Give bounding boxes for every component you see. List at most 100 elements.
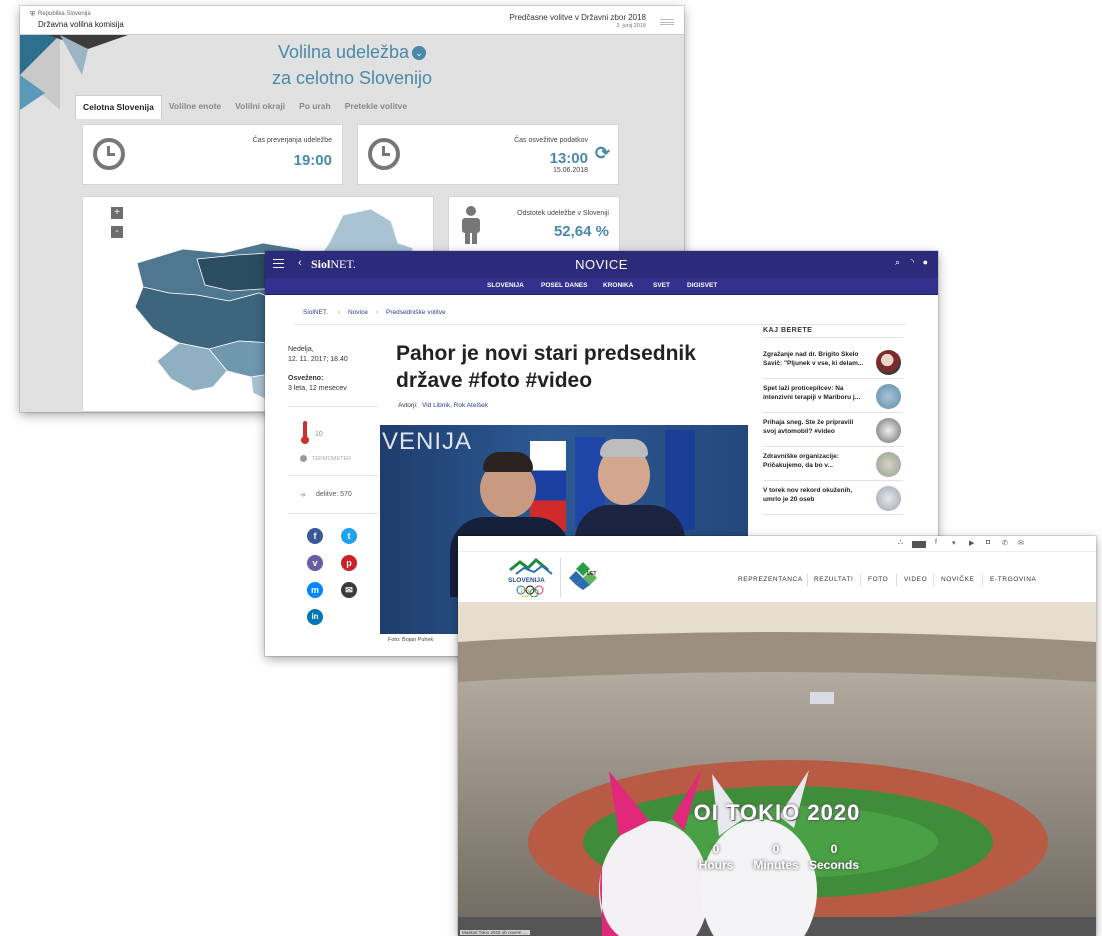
refresh-time-label: Čas osvežitve podatkov [514, 137, 588, 144]
election-name: Predčasne volitve v Državni zbor 2018 [509, 13, 646, 22]
sidebar-article[interactable]: Spet laži proticepilcev: Na intenzivni t… [763, 381, 903, 413]
anniversary-text: LET [587, 571, 597, 577]
tab-volilni-okraji[interactable]: Volilni okraji [228, 95, 292, 119]
sitemap-icon[interactable]: ⛬ [898, 539, 903, 547]
sidebar-article[interactable]: Zgražanje nad dr. Brigito Skelo Savič: "… [763, 347, 903, 379]
nav-slovenija[interactable]: SLOVENIJA [487, 282, 524, 289]
menu-reprezentanca[interactable]: REPREZENTANCA [738, 576, 803, 583]
tab-volilne-enote[interactable]: Volilne enote [162, 95, 228, 119]
breadcrumb-home[interactable]: SiolNET. [303, 309, 328, 316]
siol-navbar: SLOVENIJA POSEL DANES KRONIKA SVET DIGIS… [265, 278, 938, 295]
facebook-icon[interactable]: f [935, 539, 937, 546]
oks-window: ⛬ f ▾ ▶ ◘ ✆ ✉ SLOVENIJA LET REPREZENTANC… [458, 536, 1096, 936]
viber-icon[interactable]: v [307, 555, 323, 571]
refresh-time-card: Čas osvežitve podatkov 13:00 15.06.2018 … [357, 124, 619, 185]
phone-icon[interactable]: ✆ [1002, 539, 1008, 547]
sidebar-thumbnail[interactable] [876, 384, 901, 409]
tab-po-urah[interactable]: Po urah [292, 95, 338, 119]
tab-celotna-slovenija[interactable]: Celotna Slovenija [75, 95, 162, 119]
sidebar-thumbnail[interactable] [876, 418, 901, 443]
hero-headline: OI TOKIO 2020 [693, 800, 861, 825]
dvk-topbar: ⛨ Republika Slovenija Državna volilna ko… [20, 6, 684, 35]
olympic-rings-icon [516, 585, 544, 597]
clock-icon [93, 138, 125, 170]
email-icon[interactable]: ✉ [341, 582, 357, 598]
sidebar-article[interactable]: Prihaja sneg. Ste že pripravili svoj avt… [763, 415, 903, 447]
check-time-value: 19:00 [293, 152, 332, 169]
youtube-icon[interactable]: ▶ [969, 539, 974, 547]
messenger-icon[interactable]: m [307, 582, 323, 598]
nav-digisvet[interactable]: DIGISVET [687, 282, 717, 289]
org-name[interactable]: Državna volilna komisija [38, 20, 124, 29]
info-icon[interactable] [300, 455, 307, 462]
org-small-label: Republika Slovenija [38, 11, 91, 17]
share-arrow-icon: ➔ [300, 492, 306, 499]
sidebar-article[interactable]: V torek nov rekord okuženih, umrlo je 20… [763, 483, 903, 515]
thermometer-icon [301, 421, 309, 444]
nav-kronika[interactable]: KRONIKA [603, 282, 633, 289]
check-time-label: Čas preverjanja udeležbe [252, 137, 332, 144]
logo-text: SLOVENIJA [508, 577, 545, 584]
chevron-down-icon[interactable]: ⌄ [412, 46, 427, 60]
page-title-text: Volilna udeležba [277, 42, 410, 62]
sidebar-thumbnail[interactable] [876, 350, 901, 375]
twitter-icon[interactable]: ▾ [952, 539, 956, 547]
instagram-icon[interactable]: ◘ [986, 539, 990, 546]
sidebar-thumbnail[interactable] [876, 452, 901, 477]
user-icon[interactable]: ● [923, 257, 928, 267]
sidebar-article-title[interactable]: Zgražanje nad dr. Brigito Skelo Savič: "… [763, 350, 867, 368]
countdown-hours-label: Hours [698, 858, 734, 872]
turnout-card: Odstotek udeležbe v Sloveniji 52,64 % [448, 196, 620, 256]
flag-icon[interactable] [912, 541, 926, 548]
facebook-icon[interactable]: f [307, 528, 323, 544]
anniversary-logo[interactable]: LET [568, 560, 598, 590]
sidebar-article[interactable]: Zdravniške organizacije: Pričakujemo, da… [763, 449, 903, 481]
clock-icon [368, 138, 400, 170]
sidebar-article-title[interactable]: Zdravniške organizacije: Pričakujemo, da… [763, 452, 867, 470]
breadcrumb-novice[interactable]: Novice [348, 309, 368, 316]
authors-label: Avtorji: [398, 402, 418, 409]
coat-of-arms-icon: ⛨ [30, 11, 36, 18]
divider [288, 475, 378, 476]
twitter-icon[interactable]: t [341, 528, 357, 544]
person-hair-2 [600, 439, 648, 457]
article-headline: Pahor je novi stari predsednik države #f… [396, 342, 696, 392]
rss-icon[interactable]: ◝ [911, 257, 915, 268]
linkedin-icon[interactable]: in [307, 609, 323, 625]
sidebar-thumbnail[interactable] [876, 486, 901, 511]
menu-novicke[interactable]: NOVIČKE [941, 576, 974, 583]
pinterest-icon[interactable]: p [341, 555, 357, 571]
utility-bar: ⛬ f ▾ ▶ ◘ ✆ ✉ [458, 536, 1096, 552]
check-time-card: Čas preverjanja udeležbe 19:00 [82, 124, 343, 185]
breadcrumb-current[interactable]: Predsedniške volitve [386, 309, 446, 316]
oks-logo[interactable]: SLOVENIJA [506, 556, 556, 600]
countdown-seconds-value: 0 [830, 842, 838, 856]
publish-date: 12. 11. 2017; 18.40 [288, 356, 348, 363]
hamburger-menu-icon[interactable] [660, 19, 674, 25]
nav-svet[interactable]: SVET [653, 282, 670, 289]
page-subtitle: za celotno Slovenijo [271, 68, 433, 88]
updated-label: Osveženo: [288, 375, 324, 382]
refresh-time-value: 13:00 [549, 150, 588, 167]
search-icon[interactable]: ⌕ [895, 257, 900, 268]
photo-backdrop-text: VENIJA [382, 428, 473, 455]
menu-rezultati[interactable]: REZULTATI [814, 576, 853, 583]
photo-credit: Foto: Bojan Puhek [388, 637, 434, 643]
menu-foto[interactable]: FOTO [868, 576, 888, 583]
menu-e-trgovina[interactable]: E-TRGOVINA [990, 576, 1036, 583]
thermometer-value: 10 [315, 431, 323, 438]
sidebar-article-title[interactable]: Spet laži proticepilcev: Na intenzivni t… [763, 384, 867, 402]
person-hair-1 [483, 452, 533, 472]
tab-pretekle-volitve[interactable]: Pretekle volitve [338, 95, 414, 119]
image-caption: Maskoti Tokio 2020 ob novem .... [460, 930, 530, 935]
hero-banner: OI TOKIO 2020 0 Hours 0 Minutes 0 Second… [458, 602, 1096, 936]
menu-video[interactable]: VIDEO [904, 576, 927, 583]
authors-link[interactable]: Vid Libnik, Rok Atelšek [422, 402, 488, 409]
sidebar-article-title[interactable]: Prihaja sneg. Ste že pripravili svoj avt… [763, 418, 867, 436]
chevron-right-icon: › [376, 309, 379, 316]
oks-header: SLOVENIJA LET REPREZENTANCA REZULTATI FO… [458, 552, 1096, 602]
mail-icon[interactable]: ✉ [1018, 539, 1024, 547]
sidebar-article-title[interactable]: V torek nov rekord okuženih, umrlo je 20… [763, 486, 867, 504]
nav-posel-danes[interactable]: POSEL DANES [541, 282, 587, 289]
refresh-icon[interactable]: ⟳ [595, 143, 610, 164]
